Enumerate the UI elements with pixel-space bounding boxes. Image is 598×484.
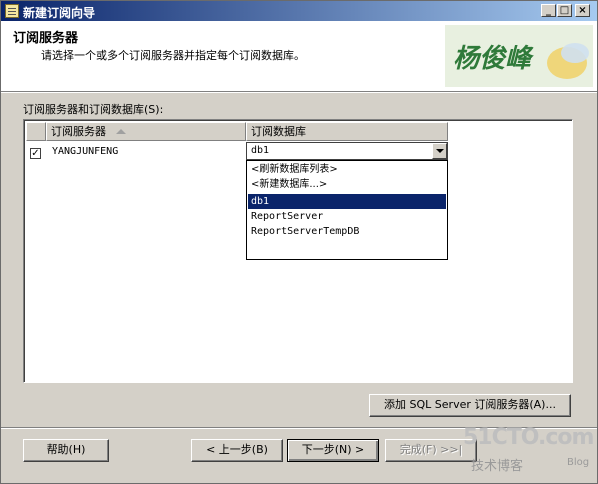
wizard-logo: 杨俊峰 xyxy=(445,25,593,87)
wizard-header: 订阅服务器 请选择一个或多个订阅服务器并指定每个订阅数据库。 杨俊峰 xyxy=(1,21,597,92)
help-button[interactable]: 帮助(H) xyxy=(23,439,109,462)
watermark: 51CTO.com 技术博客 Blog xyxy=(463,425,595,481)
sort-ascending-icon xyxy=(116,129,126,134)
watermark-blog: Blog xyxy=(567,457,590,468)
dropdown-option-new-database[interactable]: <新建数据库...> xyxy=(248,177,446,192)
wizard-window: 新建订阅向导 _ □ × 订阅服务器 请选择一个或多个订阅服务器并指定每个订阅数… xyxy=(0,0,598,484)
subscriber-grid: 订阅服务器 订阅数据库 ✓ YANGJUNFENG db1 <刷新数据库列表> … xyxy=(23,119,573,383)
wizard-app-icon xyxy=(5,4,19,18)
database-dropdown-list: <刷新数据库列表> <新建数据库...> db1 ReportServer Re… xyxy=(246,160,448,260)
dropdown-option-reportserver[interactable]: ReportServer xyxy=(248,209,446,224)
minimize-button[interactable]: _ xyxy=(541,4,556,17)
subscriber-list-label: 订阅服务器和订阅数据库(S): xyxy=(23,103,164,116)
window-title: 新建订阅向导 xyxy=(23,6,96,20)
database-combobox[interactable]: db1 xyxy=(246,142,448,160)
dropdown-option-db1[interactable]: db1 xyxy=(248,194,446,209)
column-header-subscriber[interactable]: 订阅服务器 xyxy=(46,122,246,141)
maximize-button[interactable]: □ xyxy=(557,4,572,17)
column-header-database[interactable]: 订阅数据库 xyxy=(246,122,448,141)
dropdown-option-refresh[interactable]: <刷新数据库列表> xyxy=(248,162,446,177)
next-button[interactable]: 下一步(N) > xyxy=(287,439,379,462)
close-button[interactable]: × xyxy=(575,4,590,17)
page-subtitle: 请选择一个或多个订阅服务器并指定每个订阅数据库。 xyxy=(41,49,305,62)
dropdown-option-reportservertempdb[interactable]: ReportServerTempDB xyxy=(248,224,446,239)
title-bar[interactable]: 新建订阅向导 _ □ × xyxy=(1,1,597,21)
watermark-site: 51CTO.com xyxy=(463,425,594,450)
subscriber-checkbox[interactable]: ✓ xyxy=(30,148,41,159)
add-subscriber-button[interactable]: 添加 SQL Server 订阅服务器(A)... xyxy=(369,394,571,417)
dropdown-arrow-icon[interactable] xyxy=(432,143,447,159)
page-title: 订阅服务器 xyxy=(13,31,79,46)
watermark-text: 技术博客 xyxy=(471,459,524,474)
back-button[interactable]: < 上一步(B) xyxy=(191,439,283,462)
subscriber-name: YANGJUNFENG xyxy=(52,146,119,157)
select-column-header xyxy=(26,122,46,141)
logo-text: 杨俊峰 xyxy=(453,44,534,74)
database-combobox-value: db1 xyxy=(251,145,270,156)
